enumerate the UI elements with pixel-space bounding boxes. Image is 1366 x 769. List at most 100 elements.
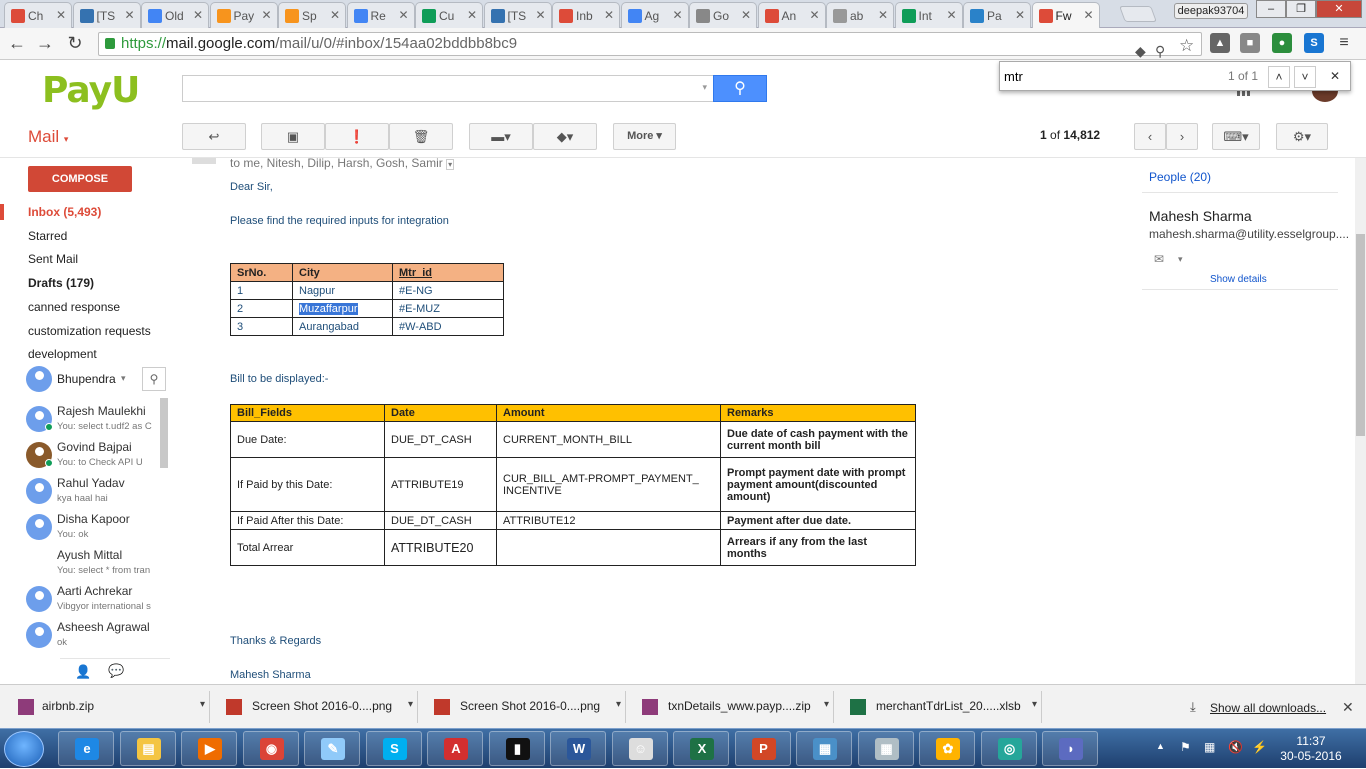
settings-button[interactable]: ⚙▾ (1276, 123, 1328, 150)
nav-item[interactable]: Inbox (5,493) (28, 205, 101, 219)
translate-icon[interactable]: ◆ (1135, 40, 1146, 62)
download-menu-icon[interactable]: ▾ (824, 699, 829, 710)
search-button[interactable]: ⚲ (713, 75, 767, 102)
extension-s-icon[interactable]: S (1304, 33, 1324, 53)
browser-tab[interactable]: Pa ✕ (963, 2, 1031, 28)
tab-close-icon[interactable]: ✕ (398, 8, 408, 22)
browser-tab[interactable]: Inb ✕ (552, 2, 620, 28)
nav-item[interactable]: Starred (28, 229, 67, 243)
download-item[interactable]: Screen Shot 2016-0....png ▾ (422, 691, 626, 723)
close-downloads-icon[interactable]: ✕ (1342, 699, 1354, 716)
taskbar-app[interactable]: ▮ (488, 731, 545, 766)
labels-button[interactable]: ◆▾ (533, 123, 597, 150)
taskbar-app[interactable]: S (365, 731, 422, 766)
people-header[interactable]: People (20) (1149, 170, 1211, 184)
chat-search-button[interactable]: ⚲ (142, 367, 166, 391)
browser-tab[interactable]: Pay ✕ (209, 2, 278, 28)
flag-icon[interactable]: ⚑ (1180, 740, 1191, 754)
nav-item[interactable]: Sent Mail (28, 252, 78, 266)
download-menu-icon[interactable]: ▾ (200, 699, 205, 710)
tab-close-icon[interactable]: ✕ (672, 8, 682, 22)
download-item[interactable]: merchantTdrList_20.....xlsb ▾ (838, 691, 1042, 723)
taskbar-app[interactable]: A (427, 731, 483, 766)
profile-badge[interactable]: deepak93704 (1174, 3, 1248, 19)
delete-button[interactable]: 🗑 (389, 123, 453, 150)
download-item[interactable]: Screen Shot 2016-0....png ▾ (214, 691, 418, 723)
maximize-button[interactable]: ❐ (1286, 0, 1316, 18)
compose-button[interactable]: COMPOSE (28, 166, 132, 192)
power-icon[interactable]: ⚡ (1252, 740, 1267, 754)
close-window-button[interactable]: ✕ (1316, 0, 1362, 18)
mail-switcher[interactable]: Mail ▾ (28, 127, 68, 147)
find-next-icon[interactable]: ˅ (1294, 66, 1316, 88)
browser-tab[interactable]: Ag ✕ (620, 2, 689, 28)
start-button[interactable] (4, 731, 44, 767)
taskbar-app[interactable]: ☺ (611, 731, 668, 766)
browser-tab[interactable]: Cu ✕ (415, 2, 483, 28)
tab-close-icon[interactable]: ✕ (741, 8, 751, 22)
browser-tab[interactable]: [TS ✕ (483, 2, 552, 28)
mail-search-input[interactable]: ▾ (182, 75, 714, 102)
find-close-icon[interactable]: ✕ (1324, 66, 1346, 88)
tab-close-icon[interactable]: ✕ (1083, 8, 1093, 22)
browser-tab[interactable]: Ch ✕ (4, 2, 72, 28)
extension-green-icon[interactable]: ● (1272, 33, 1292, 53)
browser-tab[interactable]: [TS ✕ (72, 2, 141, 28)
tab-close-icon[interactable]: ✕ (261, 8, 271, 22)
find-input[interactable] (1004, 66, 1224, 86)
tab-close-icon[interactable]: ✕ (604, 8, 614, 22)
taskbar-app[interactable]: X (673, 731, 729, 766)
forward-icon[interactable]: → (34, 32, 56, 54)
nav-item[interactable]: Drafts (179) (28, 276, 94, 290)
tray-expand-icon[interactable]: ▲ (1156, 741, 1165, 751)
page-scrollbar[interactable] (1355, 158, 1366, 684)
payu-logo[interactable]: PayU (42, 70, 140, 111)
taskbar-app[interactable]: W (550, 731, 606, 766)
input-tools-button[interactable]: ⌨▾ (1212, 123, 1260, 150)
volume-icon[interactable]: 🔇 (1228, 740, 1243, 754)
network-icon[interactable]: ▦ (1204, 740, 1215, 754)
download-menu-icon[interactable]: ▾ (1032, 699, 1037, 710)
show-all-downloads-link[interactable]: Show all downloads... (1210, 701, 1326, 715)
taskbar-app[interactable]: P (734, 731, 791, 766)
zoom-icon[interactable]: ⚲ (1155, 40, 1165, 62)
report-spam-button[interactable]: ❗ (325, 123, 389, 150)
chat-contact[interactable]: Rajesh Maulekhi You: select t.udf2 as C (24, 404, 164, 440)
bookmark-star-icon[interactable]: ☆ (1179, 35, 1194, 57)
chat-contact[interactable]: Disha Kapoor You: ok (24, 512, 164, 548)
tab-close-icon[interactable]: ✕ (124, 8, 134, 22)
download-item[interactable]: airbnb.zip ▾ (6, 691, 210, 723)
chevron-down-icon[interactable]: ▾ (1178, 254, 1183, 265)
nav-item[interactable]: canned response (28, 300, 120, 314)
tab-close-icon[interactable]: ✕ (878, 8, 888, 22)
download-item[interactable]: txnDetails_www.payp....zip ▾ (630, 691, 834, 723)
chat-user-name[interactable]: Bhupendra (57, 372, 116, 386)
tab-close-icon[interactable]: ✕ (809, 8, 819, 22)
mail-icon[interactable]: ✉ (1154, 252, 1164, 266)
browser-tab[interactable]: Old ✕ (141, 2, 209, 28)
taskbar-app[interactable]: ▦ (857, 731, 914, 766)
chat-contact[interactable]: Govind Bajpai You: to Check API U (24, 440, 164, 476)
clock[interactable]: 11:37 30-05-2016 (1280, 734, 1342, 764)
nav-item[interactable]: development (28, 347, 97, 361)
taskbar-app[interactable]: ◎ (980, 731, 1037, 766)
taskbar-app[interactable]: ✿ (919, 731, 975, 766)
address-bar[interactable]: https://mail.google.com/mail/u/0/#inbox/… (98, 32, 1202, 59)
taskbar-app[interactable]: e (58, 731, 114, 766)
minimize-button[interactable]: – (1256, 0, 1286, 18)
taskbar-app[interactable]: ▦ (796, 731, 852, 766)
chevron-down-icon[interactable]: ▾ (121, 373, 126, 384)
browser-tab[interactable]: ab ✕ (826, 2, 894, 28)
menu-icon[interactable]: ≡ (1334, 33, 1354, 53)
chat-contact[interactable]: Aarti Achrekar Vibgyor international s (24, 584, 164, 620)
taskbar-app[interactable]: ◗ (1042, 731, 1098, 766)
browser-tab[interactable]: Go ✕ (689, 2, 757, 28)
new-tab-button[interactable] (1119, 6, 1157, 22)
back-icon[interactable]: ← (6, 32, 28, 54)
chat-contact[interactable]: Asheesh Agrawal ok (24, 620, 164, 656)
browser-tab[interactable]: Fw ✕ (1031, 2, 1100, 28)
taskbar-app[interactable]: ✎ (304, 731, 360, 766)
details-dropdown-icon[interactable]: ▾ (446, 159, 455, 170)
chat-scrollbar[interactable] (160, 398, 168, 468)
tab-close-icon[interactable]: ✕ (1015, 8, 1025, 22)
